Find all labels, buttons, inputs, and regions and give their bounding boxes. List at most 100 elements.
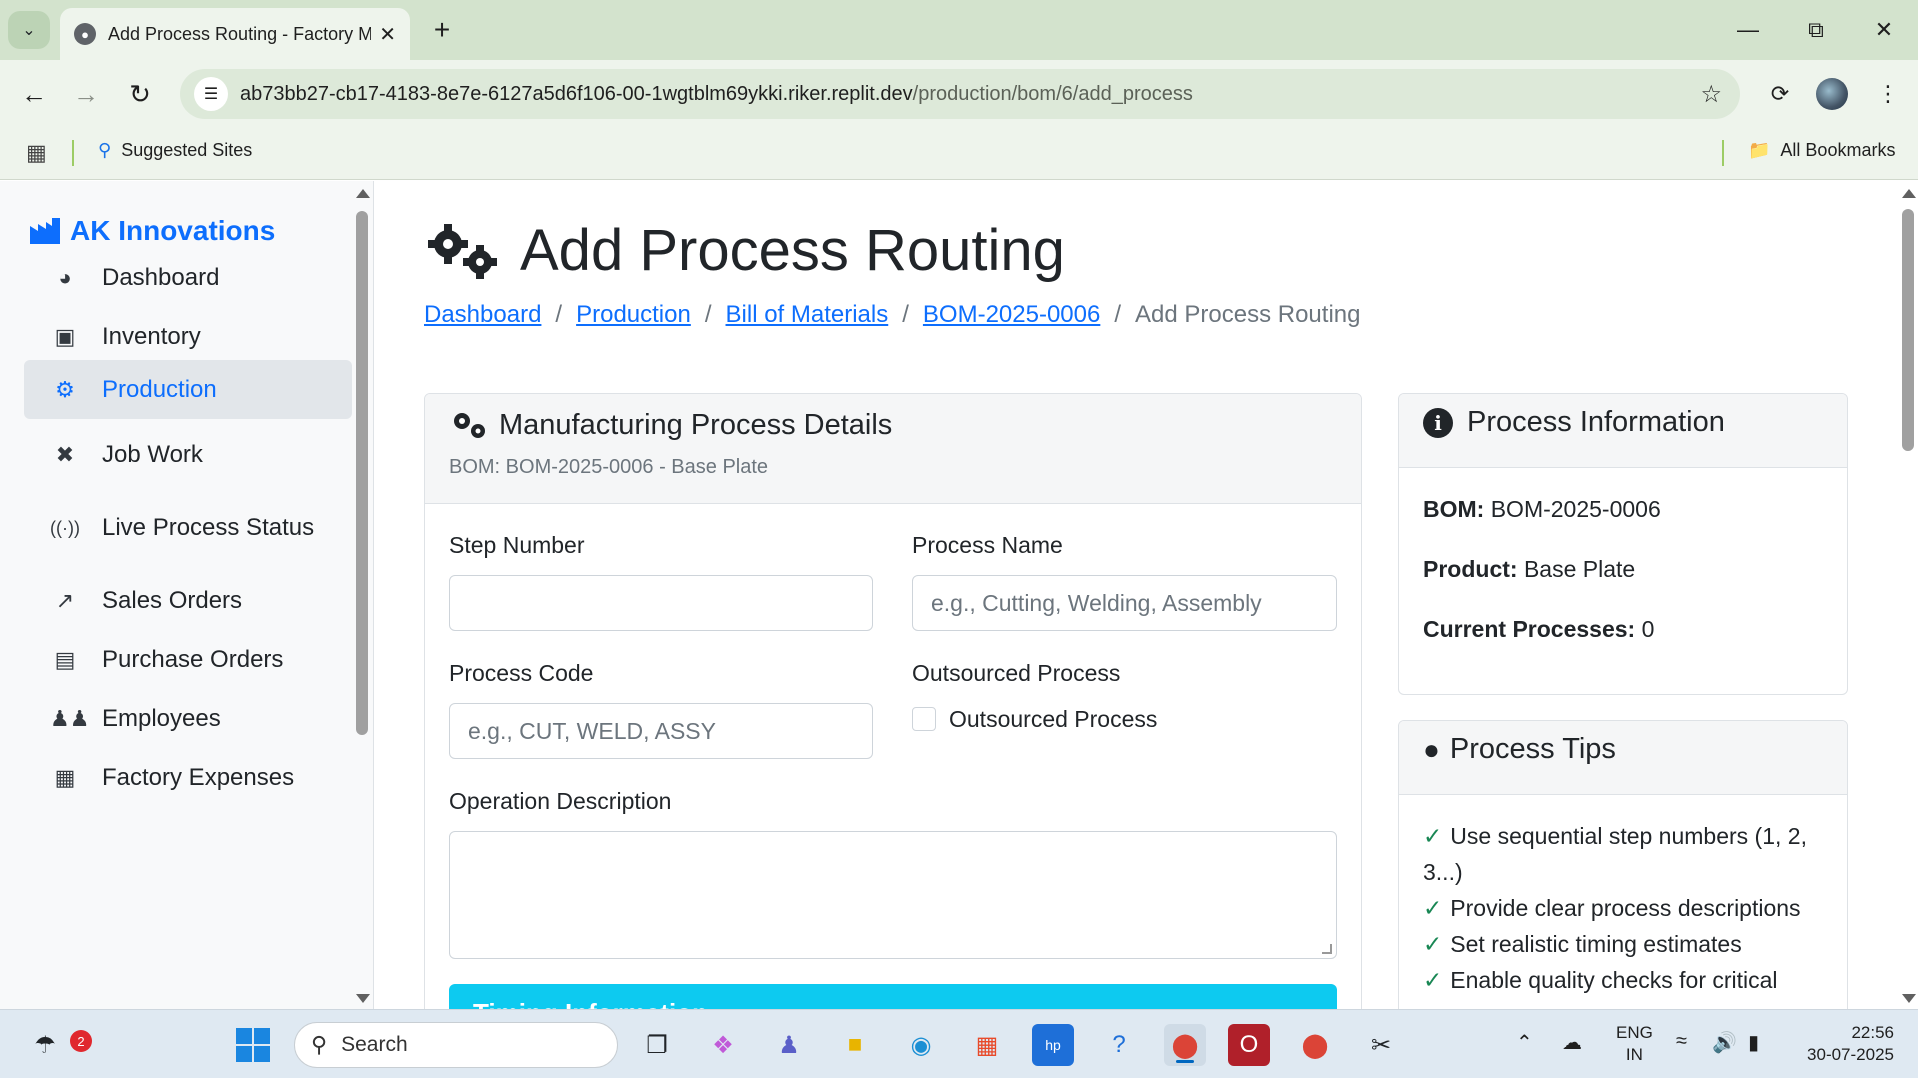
card-title: Manufacturing Process Details: [449, 408, 1337, 442]
battery-icon[interactable]: ▮: [1748, 1030, 1759, 1055]
scroll-up-arrow-icon[interactable]: [1902, 189, 1916, 198]
check-icon: ✓: [1423, 967, 1443, 993]
step-number-input[interactable]: [449, 575, 873, 631]
tab-search-button[interactable]: ⌄: [8, 11, 50, 49]
sidebar-item-job-work[interactable]: ✖ Job Work: [24, 419, 352, 491]
weather-widget[interactable]: ☂ 2: [24, 1024, 92, 1066]
sidebar-item-live-process-status[interactable]: ((·)) Live Process Status: [24, 492, 352, 564]
help-icon[interactable]: ?: [1098, 1024, 1140, 1066]
outsourced-checkbox-label[interactable]: Outsourced Process: [949, 706, 1157, 733]
sidebar-item-production[interactable]: ⚙ Production: [24, 360, 352, 419]
breadcrumb-production[interactable]: Production: [576, 301, 691, 329]
bookmarks-divider-right: [1722, 140, 1724, 166]
scroll-down-arrow-icon[interactable]: [356, 994, 370, 1003]
info-current-processes: Current Processes: 0: [1423, 616, 1654, 643]
teams-icon[interactable]: ♟: [768, 1024, 810, 1066]
task-view-icon[interactable]: ❐: [636, 1024, 678, 1066]
tip-text: Provide clear process descriptions: [1450, 895, 1801, 921]
restore-button[interactable]: ⧉: [1792, 10, 1840, 50]
browser-tab-active[interactable]: ● Add Process Routing - Factory M ✕: [60, 8, 410, 60]
new-tab-button[interactable]: +: [424, 12, 460, 48]
sidebar: AK Innovations ◕ Dashboard ▣ Inventory ⚙…: [0, 181, 374, 1009]
page-scrollbar[interactable]: [1898, 181, 1918, 1009]
address-bar[interactable]: ☰ ab73bb27-cb17-4183-8e7e-6127a5d6f106-0…: [180, 69, 1740, 119]
chart-line-icon: ↗: [55, 588, 75, 613]
active-indicator: [1176, 1060, 1194, 1063]
url-path: /production/bom/6/add_process: [912, 82, 1193, 105]
snipping-tool-icon[interactable]: ✂: [1360, 1024, 1402, 1066]
resize-handle-icon[interactable]: [1322, 944, 1332, 954]
wifi-icon[interactable]: ≈: [1676, 1030, 1687, 1053]
opera-icon[interactable]: O: [1228, 1024, 1270, 1066]
language-indicator[interactable]: ENG IN: [1616, 1022, 1653, 1066]
chrome-logo-icon: ⬤: [1171, 1031, 1199, 1059]
info-bom-label: BOM:: [1423, 496, 1485, 522]
edge-icon[interactable]: ◉: [900, 1024, 942, 1066]
file-explorer-icon[interactable]: ■: [834, 1024, 876, 1066]
chrome-icon[interactable]: ⬤: [1164, 1024, 1206, 1066]
sidebar-item-label: Employees: [102, 705, 221, 732]
copilot-icon[interactable]: ❖: [702, 1024, 744, 1066]
sidebar-item-label: Dashboard: [102, 264, 220, 291]
sidebar-item-label: Purchase Orders: [102, 646, 284, 673]
receipt-icon: ▦: [54, 765, 76, 790]
minimize-button[interactable]: —: [1724, 10, 1772, 50]
process-code-placeholder: e.g., CUT, WELD, ASSY: [468, 717, 716, 744]
factory-icon: [30, 218, 60, 244]
tip-item: ✓ Set realistic timing estimates: [1423, 926, 1833, 962]
close-tab-icon[interactable]: ✕: [379, 22, 396, 47]
info-bom-value: BOM-2025-0006: [1490, 496, 1661, 522]
tab-title: Add Process Routing - Factory M: [108, 23, 372, 44]
process-code-input[interactable]: e.g., CUT, WELD, ASSY: [449, 703, 873, 759]
card-title: i Process Information: [1423, 406, 1823, 439]
back-icon[interactable]: ←: [14, 74, 54, 114]
sidebar-item-factory-expenses[interactable]: ▦ Factory Expenses: [24, 742, 352, 814]
windows-start-icon[interactable]: [232, 1024, 274, 1066]
info-product: Product: Base Plate: [1423, 556, 1635, 583]
clock-time: 22:56: [1851, 1023, 1894, 1042]
show-hidden-icons-icon[interactable]: ⌃: [1516, 1030, 1533, 1055]
performance-icon[interactable]: ⟳: [1762, 76, 1798, 112]
microsoft-store-icon[interactable]: ▦: [966, 1024, 1008, 1066]
breadcrumb-separator: /: [1114, 301, 1122, 328]
close-window-button[interactable]: ✕: [1860, 10, 1908, 50]
outsourced-checkbox[interactable]: [912, 707, 936, 731]
card-title-text: Manufacturing Process Details: [499, 408, 893, 441]
menu-kebab-icon[interactable]: ⋮: [1870, 76, 1906, 112]
card-title: ● Process Tips: [1423, 733, 1823, 766]
onedrive-icon[interactable]: ☁: [1562, 1030, 1582, 1055]
breadcrumb-dashboard[interactable]: Dashboard: [424, 301, 541, 329]
breadcrumb-bill-of-materials[interactable]: Bill of Materials: [726, 301, 889, 329]
chrome-profile-icon[interactable]: ⬤: [1294, 1024, 1336, 1066]
card-title-text: Process Information: [1467, 406, 1725, 438]
process-name-input[interactable]: e.g., Cutting, Welding, Assembly: [912, 575, 1337, 631]
scrollbar-thumb[interactable]: [356, 211, 368, 735]
sidebar-scrollbar[interactable]: [352, 181, 372, 1009]
language-line-1: ENG: [1616, 1023, 1653, 1042]
taskbar-search[interactable]: ⚲ Search: [294, 1022, 618, 1068]
operation-description-textarea[interactable]: [449, 831, 1337, 959]
url-text[interactable]: ab73bb27-cb17-4183-8e7e-6127a5d6f106-00-…: [240, 83, 1700, 106]
site-info-icon[interactable]: ☰: [194, 77, 228, 111]
bookmark-suggested-sites[interactable]: ⚲ Suggested Sites: [98, 140, 252, 161]
timing-section-header: Timing Information: [449, 984, 1337, 1009]
volume-icon[interactable]: 🔊: [1712, 1030, 1737, 1055]
lightbulb-icon: ●: [1423, 733, 1440, 765]
scroll-down-arrow-icon[interactable]: [1902, 994, 1916, 1003]
scroll-up-arrow-icon[interactable]: [356, 189, 370, 198]
scrollbar-thumb[interactable]: [1902, 209, 1914, 451]
all-bookmarks[interactable]: 📁 All Bookmarks: [1748, 140, 1895, 161]
myhp-icon[interactable]: hp: [1032, 1024, 1074, 1066]
apps-grid-icon[interactable]: ▦: [26, 140, 47, 166]
info-icon: i: [1423, 407, 1453, 438]
step-number-label: Step Number: [449, 532, 585, 558]
breadcrumb-bom[interactable]: BOM-2025-0006: [923, 301, 1100, 329]
sidebar-item-label: Factory Expenses: [102, 764, 295, 791]
gears-icon: ⚙: [55, 376, 75, 402]
profile-avatar[interactable]: [1816, 78, 1848, 110]
clock[interactable]: 22:56 30-07-2025: [1794, 1022, 1894, 1066]
check-icon: ✓: [1423, 895, 1443, 921]
reload-icon[interactable]: ↻: [120, 74, 160, 114]
forward-icon[interactable]: →: [66, 74, 106, 114]
bookmark-star-icon[interactable]: ☆: [1700, 80, 1722, 109]
